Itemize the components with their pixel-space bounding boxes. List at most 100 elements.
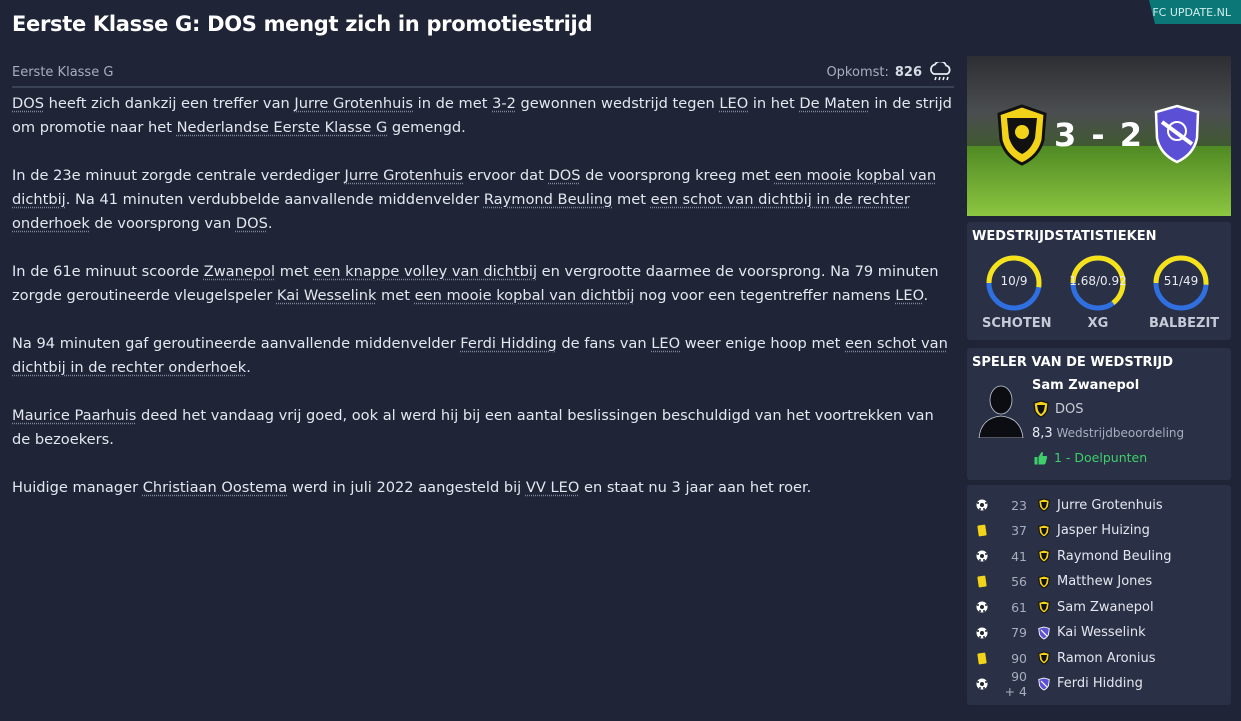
stat-value: 10/9 [1000, 274, 1028, 288]
match-link[interactable]: 3-2 [492, 95, 516, 112]
thumbs-up-icon [1034, 451, 1048, 464]
club-crest-icon [1038, 677, 1050, 691]
player-link[interactable]: Zwanepol [204, 263, 275, 280]
football-icon [976, 550, 988, 562]
paragraph: In de 23e minuut zorgde centrale verdedi… [12, 167, 937, 232]
article-body: DOS heeft zich dankzij een treffer van J… [12, 92, 954, 524]
club-link[interactable]: VV LEO [526, 479, 579, 496]
event-row[interactable]: 41 Raymond Beuling [967, 544, 1231, 568]
yellow-card-icon [977, 524, 987, 537]
event-icon [967, 601, 997, 613]
yellow-card-icon [977, 575, 987, 588]
attendance-label: Opkomst: [826, 64, 889, 80]
player-of-match-panel: SPELER VAN DE WEDSTRIJD Sam Zwanepol DOS… [967, 348, 1231, 480]
player-link[interactable]: Jurre Grotenhuis [345, 167, 464, 184]
stat-shots[interactable]: 10/9 SCHOTEN [982, 254, 1052, 331]
event-row[interactable]: 90 + 4 Ferdi Hidding [967, 668, 1231, 699]
yellow-card-icon [977, 651, 987, 665]
event-row[interactable]: 56 Matthew Jones [967, 570, 1231, 594]
event-row[interactable]: 79 Kai Wesselink [967, 621, 1231, 645]
football-icon [976, 601, 988, 613]
player-link[interactable]: Raymond Beuling [484, 191, 613, 208]
event-row[interactable]: 61 Sam Zwanepol [967, 595, 1231, 619]
club-crest-icon [1038, 574, 1050, 589]
paragraph: In de 61e minuut scoorde Zwanepol met ee… [12, 263, 939, 304]
stat-label: BALBEZIT [1149, 316, 1220, 331]
rating-value: 8,3 [1032, 426, 1053, 441]
event-club [1033, 574, 1055, 589]
stadium-link[interactable]: De Maten [799, 95, 869, 112]
stat-possession[interactable]: 51/49 BALBEZIT [1149, 254, 1220, 331]
player-link[interactable]: Jurre Grotenhuis [294, 95, 413, 112]
event-row[interactable]: 90 Ramon Aronius [967, 646, 1231, 670]
player-silhouette-icon[interactable] [977, 382, 1025, 438]
club-crest-icon [1038, 600, 1050, 614]
event-player[interactable]: Raymond Beuling [1057, 549, 1172, 564]
event-icon [967, 627, 997, 639]
event-icon [967, 499, 997, 511]
event-player[interactable]: Ramon Aronius [1057, 651, 1155, 666]
football-icon [976, 627, 988, 638]
club-link[interactable]: LEO [651, 335, 680, 352]
event-minute: 41 [1011, 548, 1027, 564]
stat-ring: 1.68/0.92 [1069, 254, 1127, 312]
stat-ring: 51/49 [1152, 254, 1210, 312]
scoreboard[interactable]: 3 - 2 [967, 56, 1231, 216]
stats-title: WEDSTRIJDSTATISTIEKEN [972, 229, 1157, 244]
club-link[interactable]: DOS [12, 95, 44, 112]
stat-value: 1.68/0.92 [1069, 274, 1127, 288]
club-link[interactable]: LEO [719, 95, 748, 112]
brand-badge: FC UPDATE.NL [1149, 0, 1241, 24]
motm-player-name[interactable]: Sam Zwanepol [1032, 378, 1139, 393]
event-player[interactable]: Jasper Huizing [1057, 523, 1150, 538]
event-player[interactable]: Kai Wesselink [1057, 625, 1146, 640]
motm-club[interactable]: DOS [1033, 400, 1084, 418]
event-minute: 79 [1011, 625, 1027, 640]
motm-club-name: DOS [1055, 401, 1084, 417]
event-row[interactable]: 37 Jasper Huizing [967, 519, 1231, 543]
match-stats-panel: WEDSTRIJDSTATISTIEKEN 10/9 SCHOTEN 1.68/… [967, 222, 1231, 340]
player-link[interactable]: Kai Wesselink [277, 287, 377, 304]
highlight-link[interactable]: een knappe volley van dichtbij [313, 263, 537, 280]
referee-link[interactable]: Maurice Paarhuis [12, 407, 136, 424]
event-player[interactable]: Ferdi Hidding [1057, 676, 1143, 691]
club-crest-icon [1038, 651, 1050, 665]
stat-xg[interactable]: 1.68/0.92 XG [1066, 254, 1130, 331]
player-link[interactable]: Ferdi Hidding [460, 335, 556, 352]
event-icon [967, 550, 997, 562]
event-player[interactable]: Jurre Grotenhuis [1057, 498, 1163, 513]
event-icon [967, 524, 997, 537]
meta-bar: Eerste Klasse G Opkomst: 826 [12, 58, 954, 88]
event-club [1033, 677, 1055, 691]
match-events-panel: 23 Jurre Grotenhuis 37 Jasper Huizing 41 Raym… [967, 485, 1231, 705]
rating-label: Wedstrijdbeoordeling [1056, 426, 1185, 440]
stat-label: SCHOTEN [982, 316, 1052, 331]
club-crest-icon [1038, 498, 1050, 512]
club-crest-icon [1033, 400, 1049, 418]
event-club [1033, 498, 1055, 512]
manager-link[interactable]: Christiaan Oostema [143, 479, 288, 496]
club-link[interactable]: LEO [895, 287, 923, 304]
highlight-link[interactable]: een mooie kopbal van dichtbij [415, 287, 635, 304]
event-player[interactable]: Sam Zwanepol [1057, 600, 1154, 615]
cloud-rain-icon [930, 62, 951, 81]
club-crest-icon [1038, 523, 1050, 538]
event-club [1033, 549, 1055, 563]
football-icon [976, 499, 988, 511]
paragraph: Maurice Paarhuis deed het vandaag vrij g… [12, 407, 934, 448]
event-club [1033, 523, 1055, 538]
motm-title: SPELER VAN DE WEDSTRIJD [972, 355, 1174, 370]
competition-link[interactable]: Nederlandse Eerste Klasse G [177, 119, 388, 136]
club-link[interactable]: DOS [548, 167, 580, 184]
stat-label: XG [1087, 316, 1109, 331]
event-minute: 90 + 4 [1004, 668, 1027, 699]
club-crest-icon [1038, 549, 1050, 563]
event-player[interactable]: Matthew Jones [1057, 574, 1152, 589]
away-club-crest-icon[interactable] [1152, 104, 1202, 164]
competition-label: Eerste Klasse G [12, 64, 114, 80]
club-link[interactable]: DOS [236, 215, 268, 232]
paragraph: DOS heeft zich dankzij een treffer van J… [12, 95, 952, 136]
event-club [1033, 651, 1055, 665]
event-row[interactable]: 23 Jurre Grotenhuis [967, 493, 1231, 517]
stat-value: 51/49 [1163, 274, 1199, 288]
